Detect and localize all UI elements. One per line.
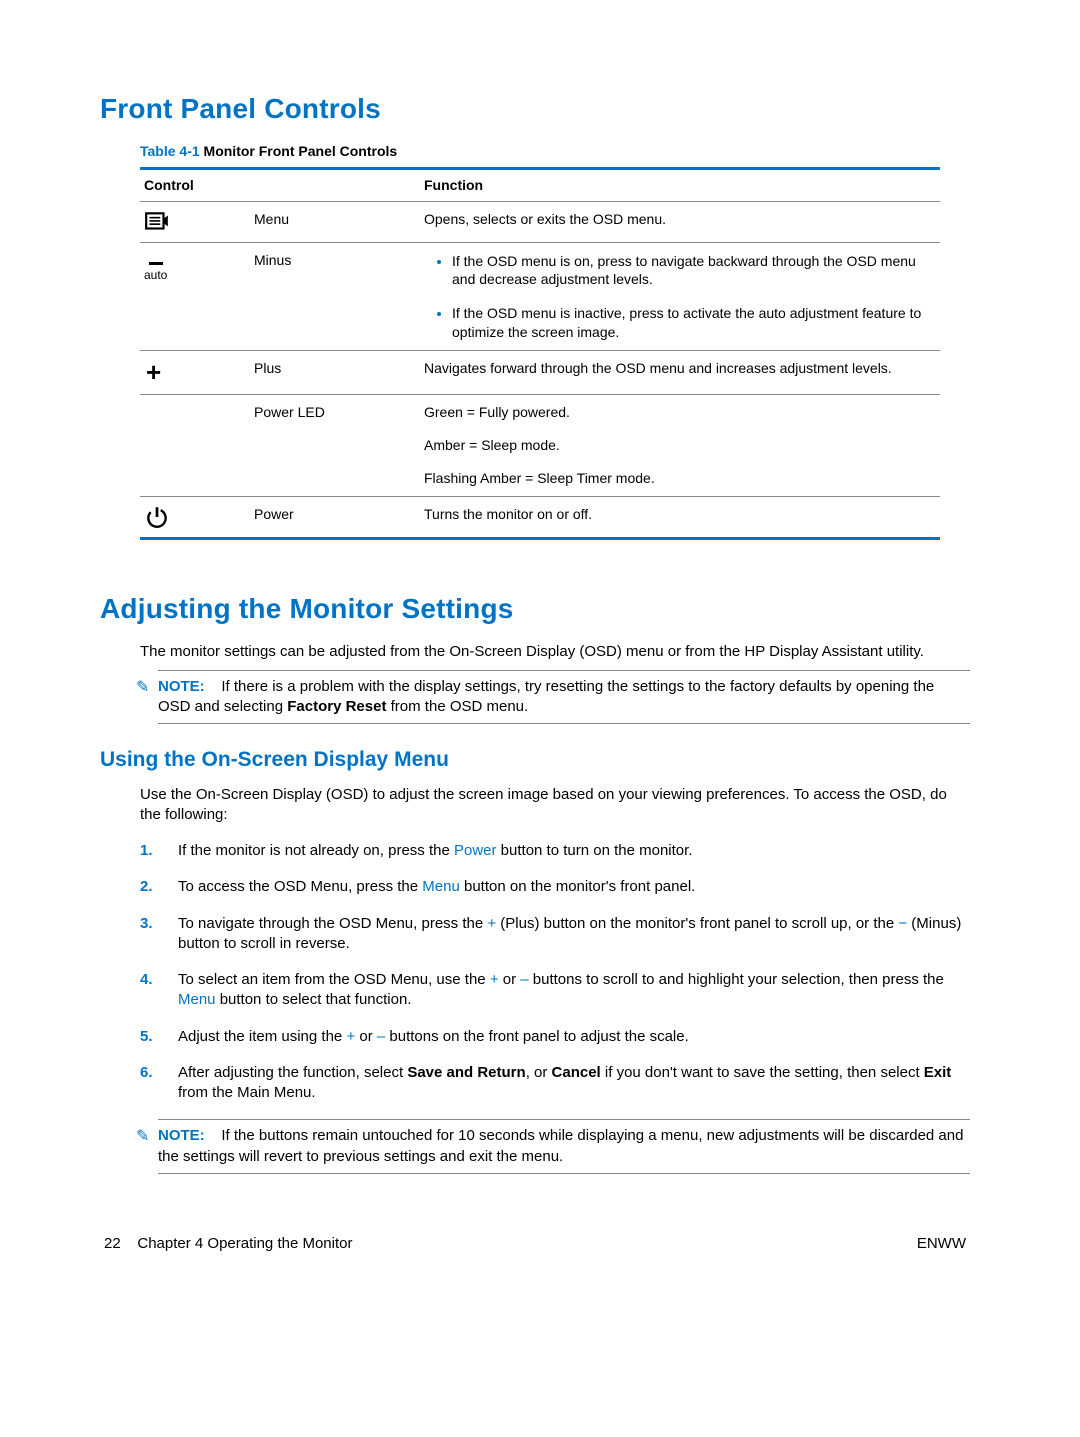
chapter-label: Chapter 4 Operating the Monitor <box>137 1235 352 1252</box>
step-item: Adjust the item using the + or – buttons… <box>140 1027 970 1047</box>
heading-adjusting-monitor-settings: Adjusting the Monitor Settings <box>100 590 970 628</box>
note-icon: ✎ <box>136 1126 149 1148</box>
controls-table: Control Function Menu Opens, selects or … <box>140 167 940 540</box>
note-block: ✎ NOTE: If there is a problem with the d… <box>158 670 970 725</box>
col-header-function: Function <box>420 168 940 201</box>
plus-icon: + <box>144 357 161 387</box>
control-name: Plus <box>250 351 420 395</box>
subsection-intro: Use the On-Screen Display (OSD) to adjus… <box>140 785 970 826</box>
function-text: Flashing Amber = Sleep Timer mode. <box>424 469 930 488</box>
page-footer: 22 Chapter 4 Operating the Monitor ENWW <box>100 1234 970 1254</box>
table-row: Menu Opens, selects or exits the OSD men… <box>140 201 940 242</box>
step-item: To navigate through the OSD Menu, press … <box>140 914 970 955</box>
power-icon <box>144 505 240 529</box>
menu-icon <box>144 210 240 234</box>
note-block: ✎ NOTE: If the buttons remain untouched … <box>158 1119 970 1174</box>
function-text: Navigates forward through the OSD menu a… <box>424 359 930 378</box>
function-text: Amber = Sleep mode. <box>424 436 930 455</box>
step-item: To access the OSD Menu, press the Menu b… <box>140 877 970 897</box>
step-item: After adjusting the function, select Sav… <box>140 1063 970 1104</box>
table-row: Power LED Green = Fully powered. Amber =… <box>140 395 940 497</box>
note-icon: ✎ <box>136 677 149 699</box>
footer-right: ENWW <box>917 1234 966 1254</box>
col-header-control: Control <box>140 168 420 201</box>
minus-auto-icon: auto <box>144 262 167 283</box>
note-bold: Factory Reset <box>287 698 386 715</box>
control-name: Minus <box>250 242 420 351</box>
heading-using-osd-menu: Using the On-Screen Display Menu <box>100 746 970 774</box>
note-text: If there is a problem with the display s… <box>158 678 934 715</box>
page-number: 22 <box>104 1235 121 1252</box>
note-text: from the OSD menu. <box>391 698 529 715</box>
table-caption-prefix: Table 4-1 <box>140 143 200 159</box>
function-text: Opens, selects or exits the OSD menu. <box>424 210 930 229</box>
table-caption-rest: Monitor Front Panel Controls <box>200 143 398 159</box>
note-label: NOTE: <box>158 1127 205 1144</box>
control-name: Power <box>250 496 420 538</box>
table-row: Power Turns the monitor on or off. <box>140 496 940 538</box>
function-text: Turns the monitor on or off. <box>424 505 930 524</box>
control-name: Power LED <box>250 395 420 497</box>
function-bullet: If the OSD menu is inactive, press to ac… <box>452 303 930 342</box>
heading-front-panel-controls: Front Panel Controls <box>100 90 970 128</box>
function-text: Green = Fully powered. <box>424 403 930 422</box>
note-label: NOTE: <box>158 678 205 695</box>
table-caption: Table 4-1 Monitor Front Panel Controls <box>140 142 970 161</box>
table-row: auto Minus If the OSD menu is on, press … <box>140 242 940 351</box>
table-row: + Plus Navigates forward through the OSD… <box>140 351 940 395</box>
note-text: If the buttons remain untouched for 10 s… <box>158 1127 963 1164</box>
step-item: To select an item from the OSD Menu, use… <box>140 970 970 1011</box>
section2-intro: The monitor settings can be adjusted fro… <box>140 642 970 662</box>
control-name: Menu <box>250 201 420 242</box>
steps-list: If the monitor is not already on, press … <box>140 841 970 1103</box>
function-bullet: If the OSD menu is on, press to navigate… <box>452 251 930 290</box>
step-item: If the monitor is not already on, press … <box>140 841 970 861</box>
